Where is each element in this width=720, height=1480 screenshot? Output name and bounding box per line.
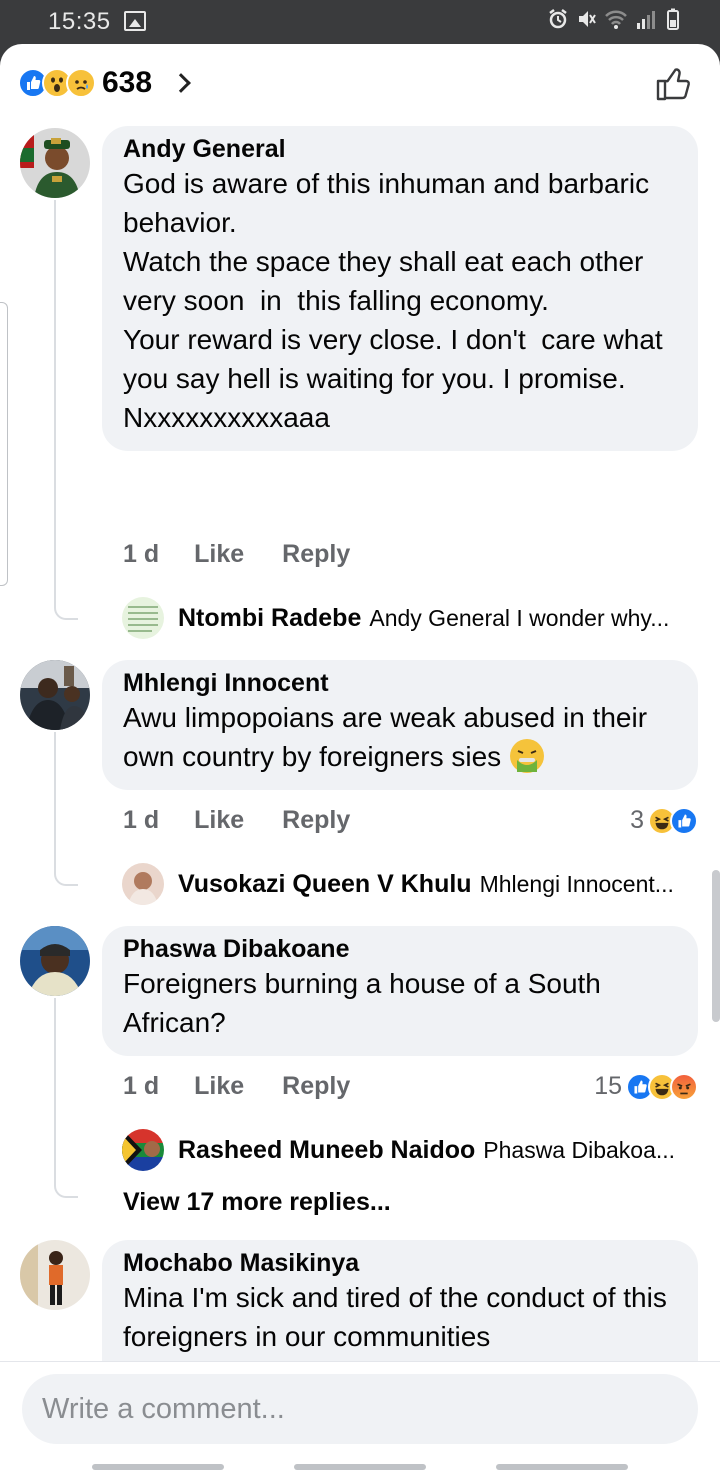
comment-text: Awu limpopoians are weak abused in their… [123, 698, 678, 776]
like-reaction-icon [670, 806, 698, 835]
signal-icon [637, 11, 655, 29]
avatar[interactable] [20, 926, 90, 996]
status-icons [548, 8, 680, 30]
nav-back-button[interactable] [496, 1464, 628, 1470]
reply-text: Phaswa Dibakoa... [483, 1136, 676, 1163]
comment-bubble[interactable]: Phaswa Dibakoane Foreigners burning a ho… [102, 926, 698, 1056]
comment-reaction-count: 3 [630, 806, 644, 834]
nav-recents-button[interactable] [92, 1464, 224, 1470]
reaction-count: 638 [102, 66, 153, 99]
comment-text: God is aware of this inhuman and barbari… [123, 168, 663, 433]
comment-actions: 1 d Like Reply [123, 1072, 350, 1101]
avatar[interactable] [20, 660, 90, 730]
puke-emoji-icon [509, 739, 544, 773]
reply-author[interactable]: Ntombi Radebe [178, 604, 361, 633]
sad-reaction-icon [66, 68, 96, 98]
reply-preview[interactable]: Ntombi Radebe Andy General I wonder why.… [122, 596, 669, 640]
comment-actions: 1 d Like Reply [123, 540, 350, 569]
chevron-right-icon[interactable] [171, 73, 191, 93]
thread-line [54, 998, 78, 1198]
like-button[interactable]: Like [194, 540, 244, 569]
thread-line [54, 732, 78, 886]
reply-avatar [122, 1129, 164, 1171]
comment-reactions[interactable]: 3 [630, 806, 698, 835]
reply-preview[interactable]: Vusokazi Queen V Khulu Mhlengi Innocent.… [122, 862, 674, 906]
gallery-icon [124, 11, 146, 31]
scrollbar[interactable] [712, 870, 720, 1022]
angry-reaction-icon [670, 1072, 698, 1101]
reply-text: Mhlengi Innocent... [479, 870, 674, 897]
alarm-icon [549, 9, 567, 29]
status-time: 15:35 [48, 8, 111, 35]
system-nav-bar [0, 1444, 720, 1480]
comment-reactions[interactable]: 15 [594, 1072, 698, 1101]
comment-input[interactable] [22, 1374, 698, 1444]
thumbs-up-outline-icon[interactable] [654, 64, 694, 104]
battery-icon [667, 8, 679, 30]
comment-author[interactable]: Andy General [123, 134, 678, 164]
mute-icon [579, 11, 596, 27]
avatar[interactable] [20, 1240, 90, 1310]
reply-avatar [122, 597, 164, 639]
thread-line [54, 200, 78, 620]
like-button[interactable]: Like [194, 1072, 244, 1101]
comment-text: Foreigners burning a house of a South Af… [123, 968, 608, 1038]
comment-time: 1 d [123, 540, 160, 568]
reply-text: Andy General I wonder why... [369, 604, 670, 631]
reply-button[interactable]: Reply [282, 540, 350, 569]
avatar[interactable] [20, 128, 90, 198]
sheet-header: 638 [0, 44, 720, 124]
reactions-summary[interactable]: 638 [18, 66, 191, 100]
comment-time: 1 d [123, 1072, 160, 1100]
comment-bubble[interactable]: Andy General God is aware of this inhuma… [102, 126, 698, 451]
comment-reaction-count: 15 [594, 1072, 622, 1100]
comment-author[interactable]: Phaswa Dibakoane [123, 934, 678, 964]
edge-panel-handle[interactable] [0, 302, 8, 586]
comment-text-body: Awu limpopoians are weak abused in their… [123, 702, 655, 772]
reply-avatar [122, 863, 164, 905]
comment-actions: 1 d Like Reply [123, 806, 350, 835]
reply-author[interactable]: Vusokazi Queen V Khulu [178, 870, 472, 899]
comments-sheet: 638 Andy General God is aware of this in… [0, 44, 720, 1480]
comment-time: 1 d [123, 806, 160, 834]
comment-text: Mina I'm sick and tired of the conduct o… [123, 1282, 675, 1352]
comment-bubble[interactable]: Mhlengi Innocent Awu limpopoians are wea… [102, 660, 698, 790]
status-bar: 15:35 [0, 0, 720, 44]
reply-author[interactable]: Rasheed Muneeb Naidoo [178, 1136, 475, 1165]
like-button[interactable]: Like [194, 806, 244, 835]
reply-button[interactable]: Reply [282, 1072, 350, 1101]
view-more-replies-link[interactable]: View 17 more replies... [123, 1188, 391, 1217]
comment-author[interactable]: Mhlengi Innocent [123, 668, 678, 698]
reply-button[interactable]: Reply [282, 806, 350, 835]
nav-home-button[interactable] [294, 1464, 426, 1470]
reply-preview[interactable]: Rasheed Muneeb Naidoo Phaswa Dibakoa... [122, 1128, 675, 1172]
comment-author[interactable]: Mochabo Masikinya [123, 1248, 678, 1278]
wifi-icon [605, 10, 627, 29]
